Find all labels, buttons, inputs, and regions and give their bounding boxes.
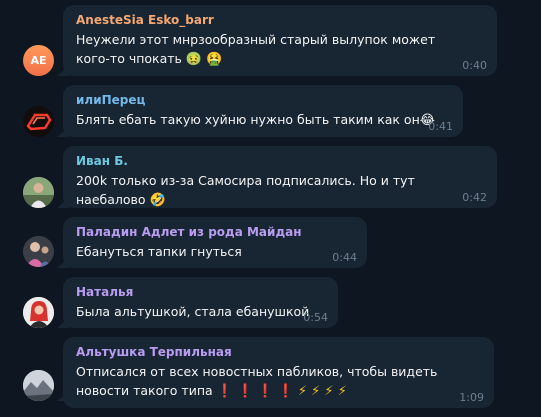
message-time: 0:44 <box>332 251 357 264</box>
avatar[interactable] <box>23 177 54 208</box>
message-time: 1:09 <box>459 391 484 404</box>
person-photo-icon <box>23 177 54 208</box>
avatar[interactable] <box>23 297 54 328</box>
message-bubble[interactable]: илиПерец Блять ебать такую хуйню нужно б… <box>63 85 463 137</box>
message-time: 0:41 <box>428 120 453 133</box>
message-time: 0:42 <box>462 191 487 204</box>
message-text: Отписался от всех новостных пабликов, чт… <box>76 362 474 401</box>
author-name[interactable]: илиПерец <box>76 92 451 108</box>
message-body: Блять ебать такую хуйню нужно быть таким… <box>76 112 420 127</box>
car-taillight-icon <box>23 106 54 137</box>
message-text: Неужели этот мнрзообразный старый вылупо… <box>76 30 471 69</box>
author-name[interactable]: Альтушка Терпильная <box>76 344 482 360</box>
author-name[interactable]: AnesteSia Esko_barr <box>76 12 485 28</box>
avatar[interactable] <box>23 370 54 401</box>
message-text: 200k только из-за Самосира подписались. … <box>76 171 485 210</box>
avatar[interactable] <box>23 236 54 267</box>
emoji-rofl-icon: 🤣 <box>149 193 166 208</box>
avatar[interactable] <box>23 106 54 137</box>
author-name[interactable]: Иван Б. <box>76 153 485 169</box>
message-time: 0:40 <box>462 59 487 72</box>
emoji-exclamation-lightning-icon: ❗ ❗ ❗ ❗ ⚡ ⚡ ⚡ ⚡ <box>216 384 347 399</box>
message-body: 200k только из-за Самосира подписались. … <box>76 173 415 207</box>
avatar[interactable]: AE <box>23 45 54 76</box>
emoji-sick-icon: 🤢 🤮 <box>185 52 223 67</box>
author-name[interactable]: Паладин Адлет из рода Майдан <box>76 224 355 240</box>
person-photo-icon <box>23 297 54 328</box>
person-photo-icon <box>23 236 54 267</box>
author-name[interactable]: Наталья <box>76 284 326 300</box>
message-bubble[interactable]: Альтушка Терпильная Отписался от всех но… <box>63 337 494 408</box>
message-bubble[interactable]: Иван Б. 200k только из-за Самосира подпи… <box>63 146 497 208</box>
message-bubble[interactable]: Паладин Адлет из рода Майдан Ебануться т… <box>63 217 367 268</box>
message-text: Блять ебать такую хуйню нужно быть таким… <box>76 110 451 130</box>
message-time: 0:54 <box>303 311 328 324</box>
avatar-initials: AE <box>30 54 47 67</box>
message-body: Неужели этот мнрзообразный старый вылупо… <box>76 32 436 66</box>
landscape-photo-icon <box>23 370 54 401</box>
message-text: Ебануться тапки гнуться <box>76 244 242 259</box>
message-text: Была альтушкой, стала ебанушкой <box>76 304 310 319</box>
message-bubble[interactable]: Наталья Была альтушкой, стала ебанушкой … <box>63 277 338 328</box>
message-bubble[interactable]: AnesteSia Esko_barr Неужели этот мнрзооб… <box>63 5 497 76</box>
